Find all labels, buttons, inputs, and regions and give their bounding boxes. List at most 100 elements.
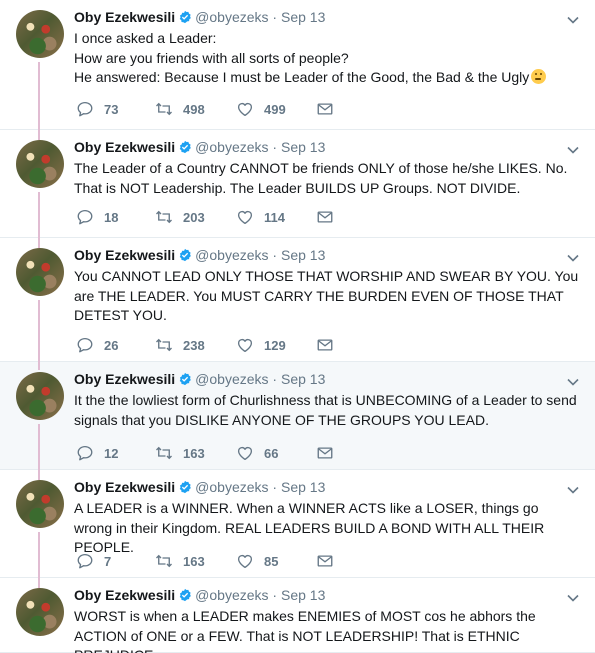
reply-button[interactable]: 26 (76, 335, 118, 355)
tweet-text: A LEADER is a WINNER. When a WINNER ACTS… (74, 500, 545, 555)
author-handle[interactable]: @obyezeks (195, 139, 272, 155)
tweet[interactable]: Oby Ezekwesili @obyezeks · Sep 13 WORST is… (0, 578, 595, 653)
verified-badge-icon (178, 480, 192, 494)
direct-message-button[interactable] (316, 551, 334, 571)
like-button[interactable]: 85 (236, 551, 278, 571)
reply-button[interactable]: 7 (76, 551, 111, 571)
thread-connector-line (38, 62, 40, 140)
separator-dot: · (272, 371, 281, 387)
chevron-down-icon[interactable] (567, 249, 579, 262)
reply-button[interactable]: 18 (76, 207, 118, 227)
tweet-date[interactable]: Sep 13 (281, 371, 325, 387)
author-name[interactable]: Oby Ezekwesili (74, 247, 175, 263)
retweet-icon (155, 336, 173, 354)
tweet-thread: Oby Ezekwesili @obyezeks · Sep 13 I once a… (0, 0, 595, 653)
tweet-text: It the the lowliest form of Churlishness… (74, 392, 577, 428)
tweet-date[interactable]: Sep 13 (281, 587, 325, 603)
separator-dot: · (272, 479, 281, 495)
retweet-count: 203 (183, 209, 205, 225)
like-button[interactable]: 66 (236, 443, 278, 463)
like-button[interactable]: 129 (236, 335, 286, 355)
direct-message-button[interactable] (316, 207, 334, 227)
author-name[interactable]: Oby Ezekwesili (74, 9, 175, 25)
retweet-count: 498 (183, 101, 205, 117)
reply-count: 18 (104, 209, 119, 225)
tweet-header: Oby Ezekwesili @obyezeks · Sep 13 (74, 247, 595, 265)
tweet-date[interactable]: Sep 13 (281, 139, 325, 155)
retweet-button[interactable]: 498 (155, 99, 205, 119)
tweet-actions: 73 498 499 (76, 99, 346, 119)
reply-count: 7 (104, 553, 112, 569)
heart-icon (236, 444, 254, 462)
direct-message-button[interactable] (316, 335, 334, 355)
tweet-actions: 7 163 85 (76, 551, 346, 571)
thread-connector-line (38, 238, 40, 246)
chevron-down-icon[interactable] (567, 141, 579, 154)
reply-icon (76, 336, 94, 354)
tweet-actions: 12 163 66 (76, 443, 346, 463)
verified-badge-icon (178, 140, 192, 154)
author-handle[interactable]: @obyezeks (195, 9, 272, 25)
tweet[interactable]: Oby Ezekwesili @obyezeks · Sep 13 I once a… (0, 0, 595, 140)
author-name[interactable]: Oby Ezekwesili (74, 479, 175, 495)
reply-button[interactable]: 73 (76, 99, 118, 119)
heart-icon (236, 208, 254, 226)
tweet-date[interactable]: Sep 13 (281, 247, 325, 263)
avatar[interactable] (16, 10, 64, 58)
thread-connector-line (38, 470, 40, 478)
retweet-button[interactable]: 203 (155, 207, 205, 227)
direct-message-button[interactable] (316, 443, 334, 463)
avatar[interactable] (16, 588, 64, 636)
tweet[interactable]: Oby Ezekwesili @obyezeks · Sep 13 You CANN… (0, 238, 595, 372)
author-handle[interactable]: @obyezeks (195, 247, 272, 263)
direct-message-button[interactable] (316, 99, 334, 119)
chevron-down-icon[interactable] (567, 481, 579, 494)
separator-dot: · (272, 587, 281, 603)
reply-icon (76, 208, 94, 226)
tweet[interactable]: Oby Ezekwesili @obyezeks · Sep 13 A LEADER… (0, 470, 595, 588)
verified-badge-icon (178, 10, 192, 24)
reply-icon (76, 100, 94, 118)
chevron-down-icon[interactable] (567, 11, 579, 24)
chevron-down-icon[interactable] (567, 589, 579, 602)
author-handle[interactable]: @obyezeks (195, 587, 272, 603)
tweet-header: Oby Ezekwesili @obyezeks · Sep 13 (74, 587, 595, 605)
verified-badge-icon (178, 372, 192, 386)
author-handle[interactable]: @obyezeks (195, 371, 272, 387)
thinking-face-emoji-icon (531, 69, 547, 84)
author-name[interactable]: Oby Ezekwesili (74, 139, 175, 155)
avatar[interactable] (16, 140, 64, 188)
retweet-icon (155, 208, 173, 226)
tweet[interactable]: Oby Ezekwesili @obyezeks · Sep 13 It the t… (0, 362, 595, 480)
mail-icon (316, 444, 334, 462)
author-name[interactable]: Oby Ezekwesili (74, 587, 175, 603)
avatar[interactable] (16, 480, 64, 528)
reply-count: 12 (104, 445, 119, 461)
reply-button[interactable]: 12 (76, 443, 118, 463)
avatar[interactable] (16, 372, 64, 420)
tweet-text: WORST is when a LEADER makes ENEMIES of … (74, 608, 536, 653)
chevron-down-icon[interactable] (567, 373, 579, 386)
tweet-text: The Leader of a Country CANNOT be friend… (74, 160, 568, 196)
like-button[interactable]: 499 (236, 99, 286, 119)
reply-icon (76, 552, 94, 570)
retweet-button[interactable]: 238 (155, 335, 205, 355)
reply-count: 73 (104, 101, 119, 117)
thread-connector-line (38, 362, 40, 370)
like-button[interactable]: 114 (236, 207, 285, 227)
retweet-button[interactable]: 163 (155, 443, 205, 463)
reply-icon (76, 444, 94, 462)
retweet-icon (155, 100, 173, 118)
like-count: 499 (264, 101, 286, 117)
like-count: 129 (264, 337, 286, 353)
retweet-button[interactable]: 163 (155, 551, 205, 571)
author-name[interactable]: Oby Ezekwesili (74, 371, 175, 387)
tweet-date[interactable]: Sep 13 (281, 9, 325, 25)
thread-connector-line (38, 130, 40, 138)
retweet-icon (155, 444, 173, 462)
tweet-date[interactable]: Sep 13 (281, 479, 325, 495)
tweet[interactable]: Oby Ezekwesili @obyezeks · Sep 13 The Lead… (0, 130, 595, 248)
avatar[interactable] (16, 248, 64, 296)
mail-icon (316, 552, 334, 570)
author-handle[interactable]: @obyezeks (195, 479, 272, 495)
